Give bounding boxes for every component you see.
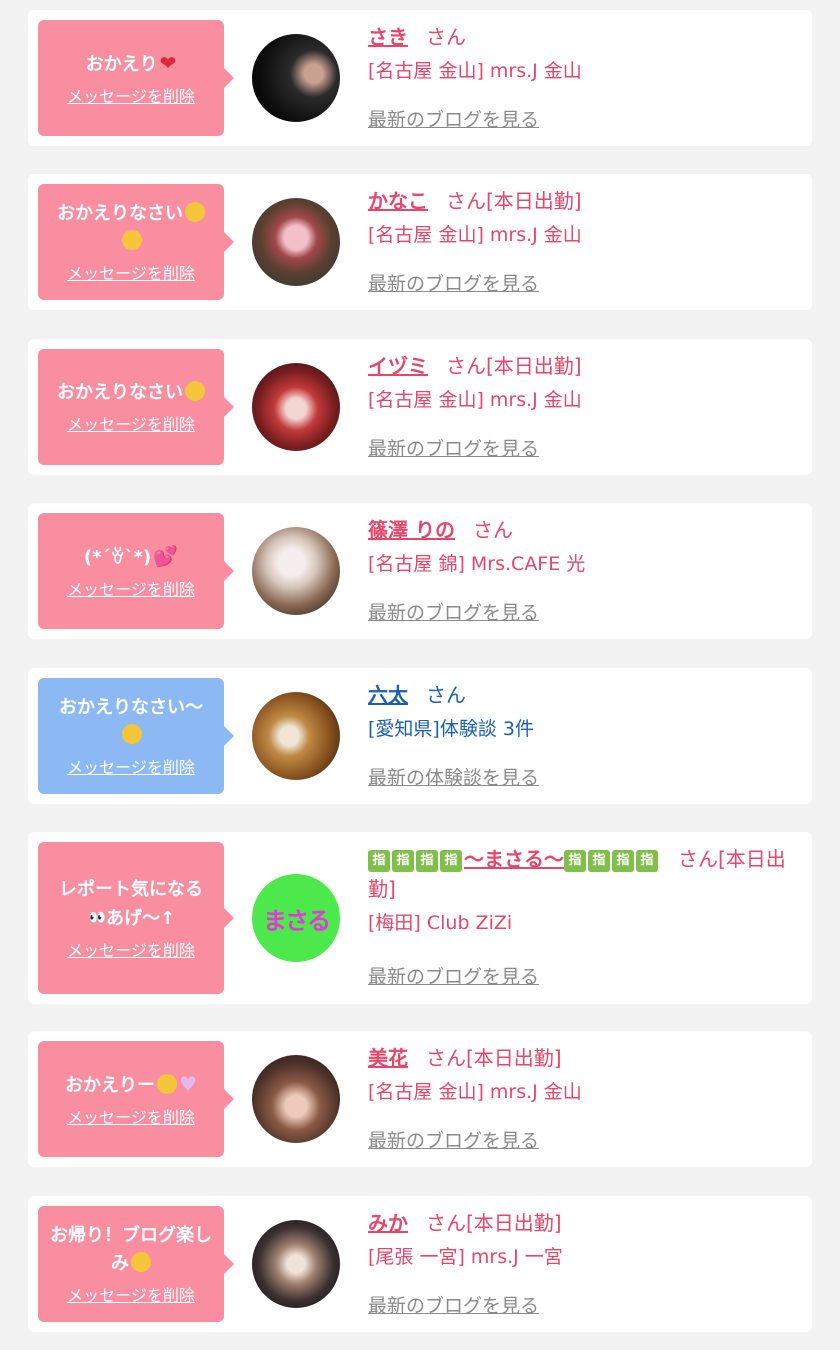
shop-label: [名古屋 金山] mrs.J 金山 bbox=[368, 1081, 582, 1103]
latest-blog-link[interactable]: 最新のブログを見る bbox=[368, 437, 539, 461]
message-text: レポート気になる 👀あげ〜↑ bbox=[59, 876, 203, 933]
avatar-text: まさる bbox=[263, 906, 331, 935]
name-suffix: さん bbox=[426, 25, 466, 49]
avatar[interactable] bbox=[252, 1055, 340, 1143]
profile-name-link[interactable]: イヅミ bbox=[368, 354, 428, 378]
message-text: お帰り！ブログ楽しみ bbox=[50, 1225, 212, 1274]
list-item: おかえりー ♥ メッセージを削除 美花 さん[本日出勤] [名古屋 金山] mrs.… bbox=[28, 1031, 812, 1167]
shop-label: [名古屋 金山] mrs.J 金山 bbox=[368, 389, 582, 411]
message-text: おかえりなさい bbox=[57, 379, 205, 407]
avatar[interactable] bbox=[252, 34, 340, 122]
message-text: おかえりなさい bbox=[57, 200, 205, 256]
latest-blog-link[interactable]: 最新のブログを見る bbox=[368, 272, 539, 296]
avatar[interactable] bbox=[252, 198, 340, 286]
eyes-icon: 👀 bbox=[88, 909, 107, 926]
finger-icon: 指 bbox=[440, 849, 462, 872]
message-bubble: おかえりなさい メッセージを削除 bbox=[38, 184, 234, 300]
latest-blog-link[interactable]: 最新のブログを見る bbox=[368, 1129, 539, 1153]
list-item: (*´ꈊ`*) 💕 メッセージを削除 篠澤 りの さん [名古屋 錦] Mrs.CA… bbox=[28, 503, 812, 639]
grinning-face-icon bbox=[131, 1252, 151, 1272]
message-bubble: お帰り！ブログ楽しみ メッセージを削除 bbox=[38, 1206, 234, 1322]
message-list: おかえり ❤ メッセージを削除 さき さん [名古屋 金山] mrs.J 金山 最新… bbox=[0, 0, 840, 1350]
profile-name-link[interactable]: 美花 bbox=[368, 1046, 408, 1070]
profile-name-link[interactable]: 〜まさる〜 bbox=[464, 847, 564, 871]
finger-icon: 指 bbox=[612, 849, 634, 872]
avatar[interactable] bbox=[252, 1220, 340, 1308]
list-item: おかえりなさい メッセージを削除 かなこ さん[本日出勤] [名古屋 金山] mr… bbox=[28, 174, 812, 310]
message-bubble: おかえりなさい〜 メッセージを削除 bbox=[38, 678, 234, 794]
profile-name-link[interactable]: みか bbox=[368, 1211, 408, 1235]
latest-blog-link[interactable]: 最新の体験談を見る bbox=[368, 766, 539, 790]
finger-icon: 指 bbox=[588, 849, 610, 872]
list-item: レポート気になる 👀あげ〜↑ メッセージを削除 まさる 指指指指〜まさる〜指指指指… bbox=[28, 832, 812, 1004]
shop-label: [尾張 一宮] mrs.J 一宮 bbox=[368, 1246, 563, 1268]
hugging-face-icon bbox=[122, 230, 142, 250]
profile-name-link[interactable]: さき bbox=[368, 25, 408, 49]
shop-label: [名古屋 錦] Mrs.CAFE 光 bbox=[368, 553, 586, 575]
hugging-face-icon bbox=[185, 202, 205, 222]
name-suffix: さん[本日出勤] bbox=[426, 1046, 562, 1070]
finger-icon: 指 bbox=[392, 849, 414, 872]
message-text: おかえり ❤ bbox=[85, 51, 177, 75]
name-suffix: さん bbox=[426, 683, 466, 707]
shop-label: [愛知県]体験談 3件 bbox=[368, 718, 534, 740]
message-bubble: レポート気になる 👀あげ〜↑ メッセージを削除 bbox=[38, 842, 234, 994]
smile-icon bbox=[157, 1074, 178, 1094]
finger-icon: 指 bbox=[416, 849, 438, 872]
delete-message-link[interactable]: メッセージを削除 bbox=[67, 87, 195, 107]
list-item: お帰り！ブログ楽しみ メッセージを削除 みか さん[本日出勤] [尾張 一宮] m… bbox=[28, 1196, 812, 1332]
latest-blog-link[interactable]: 最新のブログを見る bbox=[368, 601, 539, 625]
finger-icon: 指 bbox=[368, 849, 390, 872]
list-item: おかえり ❤ メッセージを削除 さき さん [名古屋 金山] mrs.J 金山 最新… bbox=[28, 10, 812, 146]
message-text: おかえりなさい〜 bbox=[59, 694, 203, 750]
hugging-face-icon bbox=[122, 724, 142, 744]
delete-message-link[interactable]: メッセージを削除 bbox=[67, 758, 195, 778]
delete-message-link[interactable]: メッセージを削除 bbox=[67, 1286, 195, 1306]
avatar[interactable] bbox=[252, 363, 340, 451]
avatar[interactable] bbox=[252, 527, 340, 615]
shop-label: [名古屋 金山] mrs.J 金山 bbox=[368, 224, 582, 246]
delete-message-link[interactable]: メッセージを削除 bbox=[67, 1108, 195, 1128]
message-text: (*´ꈊ`*) 💕 bbox=[83, 544, 179, 568]
heart-icon: ♥ bbox=[179, 1072, 197, 1096]
latest-blog-link[interactable]: 最新のブログを見る bbox=[368, 1294, 539, 1318]
name-suffix: さん[本日出勤] bbox=[426, 1211, 562, 1235]
latest-blog-link[interactable]: 最新のブログを見る bbox=[368, 108, 539, 132]
latest-blog-link[interactable]: 最新のブログを見る bbox=[368, 965, 539, 989]
finger-icon: 指 bbox=[636, 849, 658, 872]
delete-message-link[interactable]: メッセージを削除 bbox=[67, 941, 195, 961]
message-bubble: おかえり ❤ メッセージを削除 bbox=[38, 20, 234, 136]
name-suffix: さん bbox=[472, 518, 513, 542]
profile-name-link[interactable]: 篠澤 りの bbox=[368, 518, 455, 542]
shop-label: [名古屋 金山] mrs.J 金山 bbox=[368, 60, 582, 82]
delete-message-link[interactable]: メッセージを削除 bbox=[67, 580, 195, 600]
message-text: おかえりー ♥ bbox=[65, 1072, 197, 1096]
avatar[interactable]: まさる bbox=[252, 874, 340, 962]
smile-icon bbox=[185, 381, 205, 401]
avatar[interactable] bbox=[252, 692, 340, 780]
finger-icon: 指 bbox=[564, 849, 586, 872]
name-suffix: さん[本日出勤] bbox=[446, 354, 582, 378]
delete-message-link[interactable]: メッセージを削除 bbox=[67, 415, 195, 435]
list-item: おかえりなさい〜 メッセージを削除 六太 さん [愛知県]体験談 3件 最新の体験… bbox=[28, 668, 812, 804]
profile-name-link[interactable]: かなこ bbox=[368, 189, 428, 213]
two-hearts-icon: 💕 bbox=[153, 544, 179, 568]
delete-message-link[interactable]: メッセージを削除 bbox=[67, 264, 195, 284]
message-bubble: おかえりー ♥ メッセージを削除 bbox=[38, 1041, 234, 1157]
message-bubble: おかえりなさい メッセージを削除 bbox=[38, 349, 234, 465]
heart-icon: ❤ bbox=[159, 51, 177, 75]
list-item: おかえりなさい メッセージを削除 イヅミ さん[本日出勤] [名古屋 金山] mr… bbox=[28, 339, 812, 475]
profile-name-link[interactable]: 六太 bbox=[368, 683, 408, 707]
message-bubble: (*´ꈊ`*) 💕 メッセージを削除 bbox=[38, 513, 234, 629]
name-suffix: さん[本日出勤] bbox=[446, 189, 582, 213]
shop-label: [梅田] Club ZiZi bbox=[368, 912, 513, 934]
